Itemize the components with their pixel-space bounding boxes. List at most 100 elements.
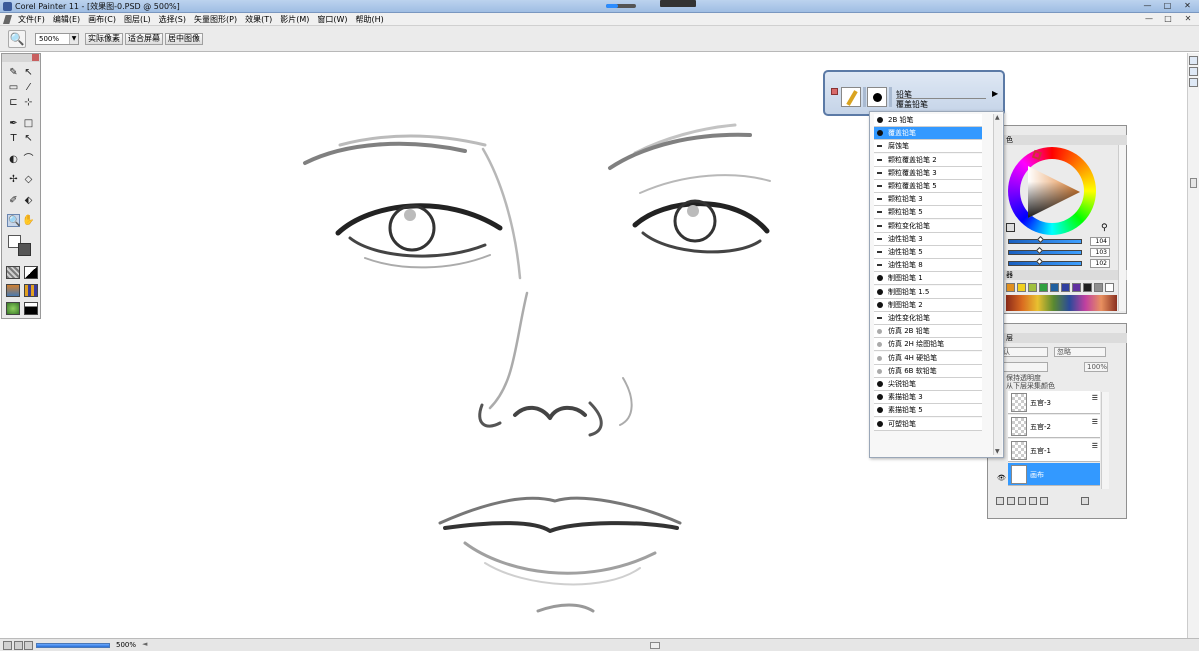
composite-depth-select[interactable]: 忽略: [1054, 347, 1106, 357]
color-swatch[interactable]: [1039, 283, 1048, 292]
variant-item[interactable]: 素描铅笔 3: [874, 391, 982, 405]
additional-color-swatch[interactable]: [18, 243, 31, 256]
variant-scrollbar[interactable]: ▲ ▼: [993, 114, 1002, 455]
variant-item[interactable]: 颗粒覆盖铅笔 3: [874, 166, 982, 180]
magnifier-tool-icon[interactable]: 🔍: [7, 214, 20, 227]
shape-selection-icon[interactable]: ↖: [22, 132, 35, 145]
toolbox-close-icon[interactable]: [32, 54, 39, 61]
document-icon[interactable]: [3, 15, 12, 24]
mirror-tool-icon[interactable]: ✢: [7, 173, 20, 186]
zoom-slider[interactable]: [36, 643, 110, 648]
brush-menu-arrow-icon[interactable]: ▶: [992, 89, 998, 98]
magnifier-icon[interactable]: 🔍: [8, 30, 26, 48]
layers-panel-title[interactable]: 层: [988, 333, 1127, 343]
nozzle-selector-icon[interactable]: [6, 302, 20, 315]
actual-pixels-button[interactable]: 实际像素: [85, 33, 123, 45]
zoom-in-icon[interactable]: [14, 641, 23, 650]
variant-dab-icon[interactable]: [867, 87, 887, 107]
opacity-slider[interactable]: [1000, 362, 1048, 372]
variant-item[interactable]: 素描铅笔 5: [874, 404, 982, 418]
layers-scrollbar[interactable]: [1101, 392, 1109, 489]
rectangle-tool-icon[interactable]: □: [22, 117, 35, 130]
menu-effects[interactable]: 效果(T): [245, 14, 272, 25]
doc-restore-button[interactable]: □: [1162, 14, 1174, 24]
pattern-selector-icon[interactable]: [6, 284, 20, 297]
doc-minimize-button[interactable]: —: [1143, 14, 1155, 24]
zoom-dropdown-icon[interactable]: ▼: [69, 34, 78, 44]
pick-up-underlying-label[interactable]: 从下层采集颜色: [1006, 381, 1055, 391]
mixer-pad[interactable]: [1006, 295, 1117, 311]
zoom-level-field[interactable]: 500% ▼: [35, 33, 79, 45]
dropper-icon[interactable]: ⚲: [1101, 223, 1108, 233]
brush-selector-close-icon[interactable]: [831, 88, 838, 95]
brush-tool-icon[interactable]: ✎: [7, 66, 20, 79]
color-swatch[interactable]: [1083, 283, 1092, 292]
color-swatch[interactable]: [1017, 283, 1026, 292]
scrollbar-thumb[interactable]: [1190, 178, 1197, 188]
variant-item[interactable]: 颗粒铅笔 5: [874, 206, 982, 220]
pencil-category-icon[interactable]: [841, 87, 861, 107]
menu-help[interactable]: 帮助(H): [356, 14, 384, 25]
navigator-icon[interactable]: [1189, 67, 1198, 76]
menu-select[interactable]: 选择(S): [159, 14, 186, 25]
variant-item[interactable]: 尖锐铅笔: [874, 378, 982, 391]
menu-window[interactable]: 窗口(W): [317, 14, 347, 25]
variant-item[interactable]: 颗粒覆盖铅笔 2: [874, 153, 982, 167]
color-panel-title[interactable]: 色: [988, 135, 1127, 145]
look-selector-icon[interactable]: [24, 302, 38, 315]
variant-item[interactable]: 仿真 4H 硬铅笔: [874, 351, 982, 365]
red-value[interactable]: 104: [1090, 237, 1110, 246]
magic-wand-icon[interactable]: ⁄: [22, 81, 35, 94]
dynamic-plugins-icon[interactable]: [1007, 497, 1015, 505]
brush-variant-label[interactable]: 覆盖铅笔: [896, 98, 986, 110]
color-swatch[interactable]: [1006, 283, 1015, 292]
slider-handle[interactable]: [1035, 246, 1044, 255]
variant-item[interactable]: 油性铅笔 5: [874, 246, 982, 259]
grabber-tool-icon[interactable]: ✋: [22, 214, 35, 227]
rect-select-icon[interactable]: ▭: [7, 81, 20, 94]
variant-item[interactable]: 2B 铅笔: [874, 114, 982, 127]
rotate-icon[interactable]: [24, 641, 33, 650]
variant-item[interactable]: 制图铅笔 1: [874, 272, 982, 286]
clone-tool-icon[interactable]: ⌒: [22, 153, 35, 166]
menu-shapes[interactable]: 矢量图形(P): [194, 14, 237, 25]
menu-canvas[interactable]: 画布(C): [88, 14, 116, 25]
paper-selector-icon[interactable]: [6, 266, 20, 279]
variant-item[interactable]: 颗粒覆盖铅笔 5: [874, 180, 982, 193]
variant-item[interactable]: 油性变化铅笔: [874, 312, 982, 325]
eraser-tool-icon[interactable]: ◇: [22, 173, 35, 186]
variant-item[interactable]: 仿真 2H 绘图铅笔: [874, 338, 982, 352]
variant-item[interactable]: 腐蚀笔: [874, 140, 982, 154]
mixer-panel-title[interactable]: 器: [988, 270, 1127, 280]
layer-adjuster-icon[interactable]: ⊹: [22, 96, 35, 109]
composite-method-select[interactable]: 认: [1000, 347, 1048, 357]
color-swatch[interactable]: [1061, 283, 1070, 292]
text-tool-icon[interactable]: T: [7, 132, 20, 145]
variant-item[interactable]: 颗粒铅笔 3: [874, 193, 982, 207]
slider-handle[interactable]: [1036, 235, 1044, 244]
color-swatch[interactable]: [1105, 283, 1114, 292]
new-group-icon[interactable]: [1018, 497, 1026, 505]
dodge-tool-icon[interactable]: ◐: [7, 153, 20, 166]
minimize-button[interactable]: —: [1140, 1, 1155, 11]
blue-slider[interactable]: [1008, 257, 1082, 266]
scroll-down-icon[interactable]: ▼: [995, 448, 1000, 455]
layer-row[interactable]: 五官-1 ☰: [1008, 439, 1100, 462]
color-swatch[interactable]: [1094, 283, 1103, 292]
zoom-out-icon[interactable]: [3, 641, 12, 650]
delete-layer-icon[interactable]: [1081, 497, 1089, 505]
scroll-up-icon[interactable]: ▲: [995, 114, 1000, 121]
color-swatch[interactable]: [1072, 283, 1081, 292]
paint-bucket-icon[interactable]: ⬖: [22, 194, 35, 207]
maximize-button[interactable]: □: [1160, 1, 1175, 11]
gradient-selector-icon[interactable]: [24, 266, 38, 279]
slider-handle[interactable]: [1035, 257, 1044, 266]
variant-item[interactable]: 仿真 2B 铅笔: [874, 325, 982, 339]
variant-item[interactable]: 覆盖铅笔: [874, 127, 982, 141]
variant-item[interactable]: 制图铅笔 1.5: [874, 285, 982, 299]
variant-item[interactable]: 可塑铅笔: [874, 417, 982, 431]
horizontal-scroll-thumb[interactable]: [650, 642, 660, 649]
toolbox-header[interactable]: [2, 54, 40, 62]
variant-item[interactable]: 颗粒变化铅笔: [874, 219, 982, 233]
blue-value[interactable]: 102: [1090, 259, 1110, 268]
